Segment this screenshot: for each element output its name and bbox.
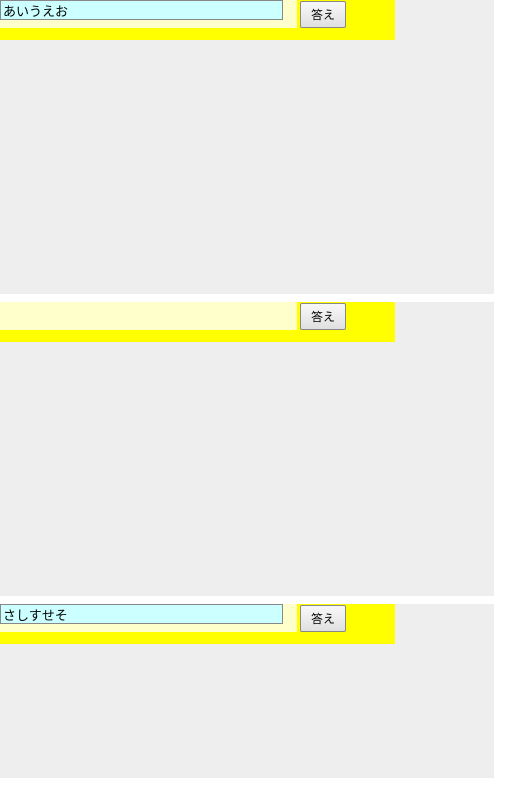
button-area: 答え [297, 604, 346, 632]
input-area [0, 0, 297, 28]
header-row: 答え [0, 604, 395, 644]
header-row: 答え [0, 302, 395, 342]
button-area: 答え [297, 302, 346, 330]
quiz-panel-2: 答え [0, 302, 494, 596]
quiz-panel-1: 答え [0, 0, 494, 294]
header-row: 答え [0, 0, 395, 40]
content-area [0, 342, 494, 596]
answer-button[interactable]: 答え [300, 1, 346, 28]
button-area: 答え [297, 0, 346, 28]
answer-button[interactable]: 答え [300, 303, 346, 330]
input-area [0, 302, 297, 330]
answer-button[interactable]: 答え [300, 605, 346, 632]
content-area [0, 644, 494, 778]
content-area [0, 40, 494, 294]
answer-input[interactable] [0, 0, 283, 20]
quiz-panel-3: 答え [0, 604, 494, 778]
input-area [0, 604, 297, 632]
answer-input[interactable] [0, 604, 283, 624]
